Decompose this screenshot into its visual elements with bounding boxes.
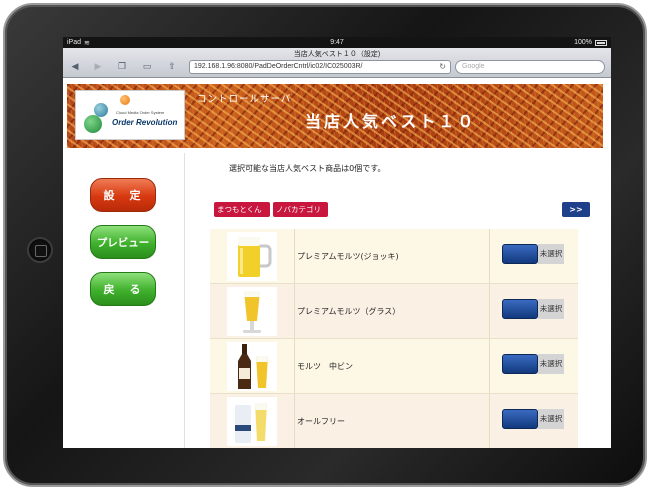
selection-message: 選択可能な当店人気ベスト商品は0個です。	[229, 164, 386, 173]
product-name: プレミアムモルツ（グラス）	[295, 284, 490, 338]
search-placeholder: Google	[462, 63, 485, 70]
product-name: オールフリー	[295, 394, 490, 448]
sidebar: 設 定 プレビュー 戻 る	[63, 153, 185, 448]
logo-ball-green-icon	[84, 115, 102, 133]
beer-bottle-icon	[227, 342, 277, 391]
product-image-cell	[210, 394, 295, 448]
product-row: プレミアムモルツ(ジョッキ) 未選択	[210, 229, 578, 284]
select-toggle-button[interactable]	[502, 354, 538, 374]
select-status: 未選択	[538, 299, 564, 319]
reload-icon[interactable]: ↻	[439, 61, 446, 73]
product-select-cell: 未選択	[490, 229, 578, 283]
category-tab-2[interactable]: ノバカテゴリ	[273, 202, 328, 217]
wifi-icon: ≋	[84, 39, 90, 47]
select-toggle-button[interactable]	[502, 244, 538, 264]
battery-icon	[595, 39, 607, 46]
back-button[interactable]: 戻 る	[90, 272, 156, 306]
header-banner: Cloud Media Order System Order Revolutio…	[67, 84, 603, 148]
settings-button[interactable]: 設 定	[90, 178, 156, 212]
device-name: iPad	[67, 39, 82, 46]
logo-name: Order Revolution	[112, 118, 178, 127]
screen: iPad ≋ 9:47 100% 当店人気ベスト１０（設定) ◀ ▶ ❐ ▭ ⇧…	[63, 37, 611, 448]
product-image-cell	[210, 339, 295, 393]
home-button[interactable]	[27, 237, 53, 263]
battery-percent: 100%	[574, 39, 592, 46]
status-right: 100%	[574, 39, 607, 46]
logo-tagline: Cloud Media Order System	[116, 110, 165, 115]
url-text: 192.168.1.96:8080/PadDeOrderCntrl/ic02/I…	[194, 63, 363, 70]
web-page: Cloud Media Order System Order Revolutio…	[63, 78, 611, 448]
next-page-button[interactable]: >>	[562, 202, 590, 217]
product-image-cell	[210, 229, 295, 283]
browser-toolbar: 当店人気ベスト１０（設定) ◀ ▶ ❐ ▭ ⇧ 192.168.1.96:808…	[63, 48, 611, 78]
search-input[interactable]: Google	[455, 60, 605, 74]
product-image-cell	[210, 284, 295, 338]
product-list: プレミアムモルツ(ジョッキ) 未選択 プレミアムモルツ（グラス） 未選択 モルツ…	[210, 229, 578, 448]
banner-subtitle: コントロールサーバ	[197, 94, 292, 105]
category-tab-1[interactable]: まつもとくん	[214, 202, 270, 217]
can-and-glass-icon	[227, 397, 277, 446]
beer-mug-icon	[227, 232, 277, 281]
product-name: モルツ 中ビン	[295, 339, 490, 393]
product-name: プレミアムモルツ(ジョッキ)	[295, 229, 490, 283]
product-row: モルツ 中ビン 未選択	[210, 339, 578, 394]
product-select-cell: 未選択	[490, 339, 578, 393]
product-row: オールフリー 未選択	[210, 394, 578, 448]
page-title: 当店人気ベスト１０（設定)	[293, 51, 381, 58]
bookmarks-icon[interactable]: ▭	[140, 61, 154, 73]
product-select-cell: 未選択	[490, 394, 578, 448]
logo-ball-orange-icon	[120, 95, 130, 105]
banner-title: 当店人気ベスト１０	[305, 112, 477, 131]
select-status: 未選択	[538, 354, 564, 374]
status-time: 9:47	[330, 39, 344, 46]
pages-icon[interactable]: ❐	[115, 61, 129, 73]
select-toggle-button[interactable]	[502, 299, 538, 319]
logo: Cloud Media Order System Order Revolutio…	[75, 90, 185, 140]
status-bar: iPad ≋ 9:47 100%	[63, 37, 611, 48]
status-left: iPad ≋	[67, 39, 90, 47]
back-arrow-icon[interactable]: ◀	[68, 61, 82, 73]
product-select-cell: 未選択	[490, 284, 578, 338]
product-row: プレミアムモルツ（グラス） 未選択	[210, 284, 578, 339]
url-field[interactable]: 192.168.1.96:8080/PadDeOrderCntrl/ic02/I…	[189, 60, 451, 74]
beer-glass-icon	[227, 287, 277, 336]
preview-button[interactable]: プレビュー	[90, 225, 156, 259]
select-status: 未選択	[538, 244, 564, 264]
share-icon[interactable]: ⇧	[165, 61, 179, 73]
forward-arrow-icon[interactable]: ▶	[91, 61, 105, 73]
select-toggle-button[interactable]	[502, 409, 538, 429]
select-status: 未選択	[538, 409, 564, 429]
